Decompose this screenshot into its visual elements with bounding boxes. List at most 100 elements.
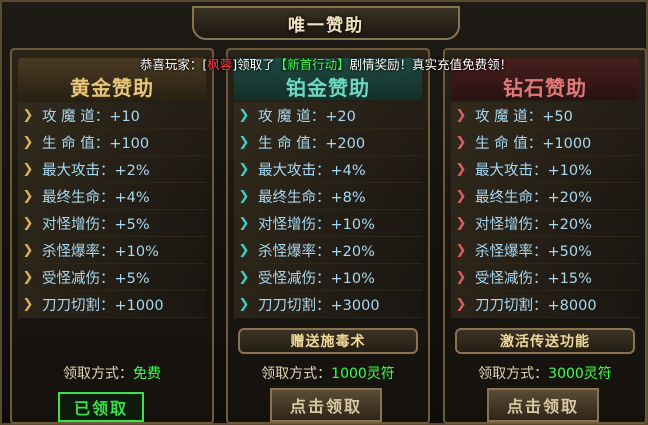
stat-row: ❯ 对怪增伤：+5%	[18, 210, 206, 237]
stat-text: 受怪减伤：+5%	[42, 270, 150, 287]
stat-row: ❯ 最终生命：+20%	[451, 183, 639, 210]
stat-row: ❯ 生 命 值：+200	[234, 129, 422, 156]
stat-row: ❯ 最大攻击：+10%	[451, 156, 639, 183]
stat-row: ❯ 最大攻击：+2%	[18, 156, 206, 183]
claimed-button[interactable]: 已领取	[58, 392, 144, 422]
title-plate: 唯一赞助	[192, 6, 460, 40]
stat-text: 刀刀切割：+8000	[475, 297, 597, 314]
stat-row: ❯ 最大攻击：+4%	[234, 156, 422, 183]
notice-player: 枫蓉	[207, 57, 233, 72]
stat-text: 攻 魔 道：+10	[42, 108, 140, 125]
arrow-icon: ❯	[238, 296, 250, 312]
claim-button[interactable]: 点击领取	[487, 388, 599, 422]
arrow-icon: ❯	[455, 107, 467, 123]
arrow-icon: ❯	[238, 215, 250, 231]
arrow-icon: ❯	[238, 107, 250, 123]
arrow-icon: ❯	[455, 188, 467, 204]
arrow-icon: ❯	[22, 188, 34, 204]
broadcast-notice: 恭喜玩家：[枫蓉]领取了【新首行动】剧情奖励！真实充值免费领！	[2, 54, 648, 73]
arrow-icon: ❯	[22, 107, 34, 123]
arrow-icon: ❯	[455, 134, 467, 150]
claim-label: 领取方式：	[261, 366, 332, 382]
stat-text: 生 命 值：+1000	[475, 135, 592, 152]
stat-row: ❯ 杀怪爆率：+50%	[451, 237, 639, 264]
arrow-icon: ❯	[22, 215, 34, 231]
stat-text: 受怪减伤：+10%	[258, 270, 375, 287]
stat-text: 最大攻击：+10%	[475, 162, 592, 179]
notice-middle: ]领取了	[232, 57, 275, 72]
notice-reward: 【新首行动】	[274, 57, 350, 72]
stat-row: ❯ 最终生命：+8%	[234, 183, 422, 210]
stat-text: 杀怪爆率：+20%	[258, 243, 375, 260]
platinum-sponsor-panel: 铂金赞助 ❯ 攻 魔 道：+20 ❯ 生 命 值：+200 ❯ 最大攻击：+4% ❯ 最…	[226, 48, 430, 424]
stat-row: ❯ 对怪增伤：+10%	[234, 210, 422, 237]
claim-button[interactable]: 点击领取	[270, 388, 382, 422]
stat-row: ❯ 生 命 值：+100	[18, 129, 206, 156]
stat-text: 生 命 值：+200	[258, 135, 366, 152]
gift-badge: 激活传送功能	[455, 328, 635, 354]
stat-row: ❯ 最终生命：+4%	[18, 183, 206, 210]
stat-text: 刀刀切割：+1000	[42, 297, 164, 314]
stat-row: ❯ 杀怪爆率：+10%	[18, 237, 206, 264]
arrow-icon: ❯	[238, 161, 250, 177]
stat-text: 杀怪爆率：+10%	[42, 243, 159, 260]
arrow-icon: ❯	[238, 269, 250, 285]
stat-text: 受怪减伤：+15%	[475, 270, 592, 287]
stat-row: ❯ 攻 魔 道：+50	[451, 102, 639, 129]
arrow-icon: ❯	[455, 215, 467, 231]
stat-text: 最大攻击：+2%	[42, 162, 150, 179]
arrow-icon: ❯	[22, 161, 34, 177]
arrow-icon: ❯	[22, 269, 34, 285]
claim-method: 领取方式：免费	[12, 363, 212, 383]
stat-row: ❯ 刀刀切割：+1000	[18, 291, 206, 318]
stat-row: ❯ 受怪减伤：+15%	[451, 264, 639, 291]
arrow-icon: ❯	[22, 242, 34, 258]
arrow-icon: ❯	[238, 188, 250, 204]
arrow-icon: ❯	[238, 242, 250, 258]
arrow-icon: ❯	[455, 242, 467, 258]
stat-text: 生 命 值：+100	[42, 135, 150, 152]
stat-text: 攻 魔 道：+50	[475, 108, 573, 125]
stat-list: ❯ 攻 魔 道：+20 ❯ 生 命 值：+200 ❯ 最大攻击：+4% ❯ 最终生命：+…	[234, 102, 422, 318]
stat-row: ❯ 刀刀切割：+8000	[451, 291, 639, 318]
stat-row: ❯ 攻 魔 道：+20	[234, 102, 422, 129]
claim-method: 领取方式：3000灵符	[445, 363, 645, 383]
stat-text: 攻 魔 道：+20	[258, 108, 356, 125]
notice-suffix: 剧情奖励！真实充值免费领！	[349, 57, 513, 72]
stat-row: ❯ 杀怪爆率：+20%	[234, 237, 422, 264]
stat-text: 最终生命：+8%	[258, 189, 366, 206]
stat-text: 最大攻击：+4%	[258, 162, 366, 179]
claim-value: 1000灵符	[331, 366, 395, 382]
arrow-icon: ❯	[455, 161, 467, 177]
claim-value: 免费	[133, 366, 161, 382]
stat-text: 刀刀切割：+3000	[258, 297, 380, 314]
stat-text: 杀怪爆率：+50%	[475, 243, 592, 260]
stat-text: 最终生命：+20%	[475, 189, 592, 206]
claim-label: 领取方式：	[63, 366, 133, 382]
arrow-icon: ❯	[238, 134, 250, 150]
stat-row: ❯ 刀刀切割：+3000	[234, 291, 422, 318]
stat-row: ❯ 生 命 值：+1000	[451, 129, 639, 156]
window-title: 唯一赞助	[288, 15, 364, 36]
notice-prefix: 恭喜玩家：[	[139, 57, 208, 72]
gift-badge: 赠送施毒术	[238, 328, 418, 354]
claim-value: 3000灵符	[548, 366, 612, 382]
arrow-icon: ❯	[455, 296, 467, 312]
stat-row: ❯ 受怪减伤：+10%	[234, 264, 422, 291]
stat-row: ❯ 攻 魔 道：+10	[18, 102, 206, 129]
stat-text: 对怪增伤：+10%	[258, 216, 375, 233]
stat-row: ❯ 对怪增伤：+20%	[451, 210, 639, 237]
claim-method: 领取方式：1000灵符	[228, 363, 428, 383]
gold-sponsor-panel: 黄金赞助 ❯ 攻 魔 道：+10 ❯ 生 命 值：+100 ❯ 最大攻击：+2% ❯ 最…	[10, 48, 214, 424]
stat-text: 对怪增伤：+5%	[42, 216, 150, 233]
stat-row: ❯ 受怪减伤：+5%	[18, 264, 206, 291]
sponsor-window: 唯一赞助 黄金赞助 ❯ 攻 魔 道：+10 ❯ 生 命 值：+100 ❯ 最大攻击：+…	[0, 0, 648, 425]
claim-label: 领取方式：	[478, 366, 549, 382]
arrow-icon: ❯	[455, 269, 467, 285]
arrow-icon: ❯	[22, 134, 34, 150]
arrow-icon: ❯	[22, 296, 34, 312]
stat-list: ❯ 攻 魔 道：+50 ❯ 生 命 值：+1000 ❯ 最大攻击：+10% ❯ 最终生命…	[451, 102, 639, 318]
stat-text: 对怪增伤：+20%	[475, 216, 592, 233]
diamond-sponsor-panel: 钻石赞助 ❯ 攻 魔 道：+50 ❯ 生 命 值：+1000 ❯ 最大攻击：+10% …	[443, 48, 647, 424]
stat-list: ❯ 攻 魔 道：+10 ❯ 生 命 值：+100 ❯ 最大攻击：+2% ❯ 最终生命：+…	[18, 102, 206, 318]
